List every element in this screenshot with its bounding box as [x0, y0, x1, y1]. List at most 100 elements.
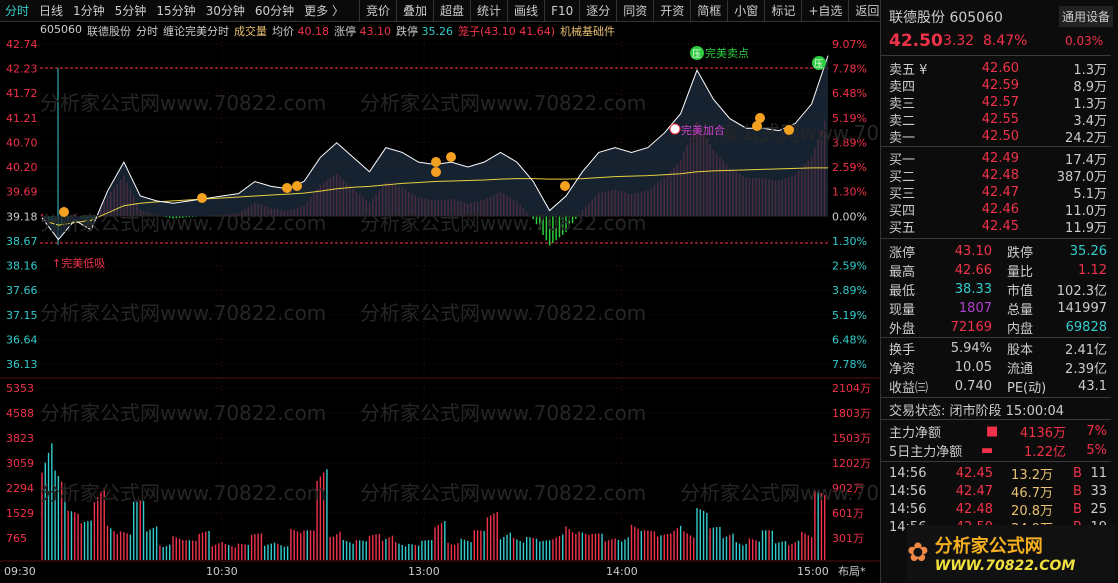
pct-tick: 2.59%: [832, 161, 867, 174]
trade-row: 14:56 42.45 13.2万 B 11: [881, 464, 1111, 483]
pct-tick: 9.07%: [832, 38, 867, 51]
ask-row-cell: 卖一: [889, 130, 916, 146]
trade-row: 14:56 42.48 20.8万 B 25: [881, 500, 1111, 519]
stat-row-cell: 1.12: [1078, 262, 1107, 278]
stat-row: 涨停 43.10 跌停 35.26: [881, 242, 1111, 261]
bid-row-cell: 买五: [889, 220, 916, 236]
bid-row: 买二 42.48 387.0万: [881, 166, 1111, 185]
pct-tick: 3.89%: [832, 284, 867, 297]
stat-row: 净资 10.05 流通 2.39亿: [881, 358, 1111, 377]
volume-right-tick: 1503万: [832, 432, 871, 445]
price-tick: 40.20: [6, 161, 38, 174]
money-bag-icon: [755, 113, 765, 123]
ask-row: 卖四 42.59 8.9万: [881, 76, 1111, 95]
pct-tick: 5.19%: [832, 309, 867, 322]
logo-title: 分析家公式网: [934, 536, 1043, 557]
ask-row-cell: 42.50: [981, 128, 1019, 144]
trade-row-cell: 46.7万: [1011, 485, 1053, 501]
panel-header: 联德股份 605060 通用设备: [881, 6, 1114, 27]
price-tick: 39.18: [6, 210, 38, 223]
watermark-text: 分析家公式网www.70822.com: [360, 401, 646, 425]
stat-row-cell: 外盘: [889, 321, 916, 337]
bid-row-cell: 42.48: [981, 167, 1019, 183]
divider: [881, 55, 1111, 56]
price-tick: 37.66: [6, 284, 38, 297]
watermark-text: 分析家公式网www.70822.com: [40, 211, 326, 235]
money-bag-icon: [431, 157, 441, 167]
trade-row-cell: 14:56: [889, 465, 927, 481]
trade-row-cell: 42.45: [955, 465, 993, 481]
ask-row: 卖二 42.55 3.4万: [881, 110, 1111, 129]
pct-tick: 7.78%: [832, 358, 867, 371]
stat-row-cell: 跌停: [1007, 245, 1034, 261]
volume-right-tick: 1202万: [832, 457, 871, 470]
volume-tick: 5353: [6, 382, 34, 395]
bid-row: 买三 42.47 5.1万: [881, 183, 1111, 202]
price-tick: 42.23: [6, 63, 38, 76]
stat-row-cell: 收益㈢: [889, 380, 929, 396]
watermark-text: 分析家公式网www.70822.com: [360, 91, 646, 115]
price-tick: 39.69: [6, 186, 38, 199]
price-tick: 40.70: [6, 136, 38, 149]
stat-row-cell: 最低: [889, 283, 916, 299]
trade-row-cell: 14:56: [889, 501, 927, 517]
trade-row-cell: 20.8万: [1011, 503, 1053, 519]
divider: [881, 397, 1111, 398]
trade-row-cell: B: [1073, 501, 1082, 517]
time-tick: 09:30: [4, 565, 36, 578]
watermark-logo: ✿ 分析家公式网 WWW.70822.COM: [907, 525, 1115, 581]
device-sector[interactable]: 通用设备: [1059, 6, 1114, 27]
pressure-glyph: 压: [814, 59, 823, 70]
divider: [881, 238, 1111, 239]
watermark-text: 分析家公式网www.70822.com: [40, 91, 326, 115]
pct-tick: 7.78%: [832, 63, 867, 76]
stat-row: 换手 5.94% 股本 2.41亿: [881, 339, 1111, 358]
stat-row-cell: 43.10: [954, 243, 992, 259]
volume-right-tick: 301万: [832, 532, 864, 545]
stat-row-cell: 换手: [889, 342, 916, 358]
price-tick: 37.15: [6, 309, 38, 322]
ask-row-cell: 42.60: [981, 60, 1019, 76]
stat-row: 外盘 72169 内盘 69828: [881, 318, 1111, 337]
fund-flow-row-cell: 4136万: [1019, 425, 1066, 441]
trade-row-cell: B: [1073, 483, 1082, 499]
stat-row-cell: 2.39亿: [1065, 361, 1107, 377]
stat-row: 现量 1807 总量 141997: [881, 299, 1111, 318]
trade-row-cell: 25: [1090, 501, 1107, 517]
pct-tick: 6.48%: [832, 333, 867, 346]
ask-row-cell: 42.57: [981, 94, 1019, 110]
price-change-pct: 8.47%: [983, 33, 1028, 49]
stat-row-cell: 43.1: [1078, 378, 1107, 394]
stat-row-cell: PE(动): [1007, 380, 1047, 396]
money-bag-icon: [197, 193, 207, 203]
fund-flow-row-cell: 主力净额: [889, 425, 942, 441]
watermark-text: 分析家公式网www.70822.com: [680, 481, 880, 505]
trade-row: 14:56 42.47 46.7万 B 33: [881, 482, 1111, 501]
trade-status: 交易状态: 闭市阶段 15:00:04: [881, 400, 1111, 419]
watermark-text: 分析家公式网www.70822.com: [360, 211, 646, 235]
fund-flow-row-cell: ▬: [981, 442, 994, 458]
bid-row-cell: 42.49: [981, 150, 1019, 166]
bid-row: 买四 42.46 11.0万: [881, 200, 1111, 219]
money-bag-icon: [282, 183, 292, 193]
stat-row-cell: 141997: [1057, 300, 1107, 316]
stat-row-cell: 流通: [1007, 361, 1034, 377]
volume-tick: 2294: [6, 482, 34, 495]
trade-row-cell: 11: [1090, 465, 1107, 481]
trade-row-cell: 33: [1090, 483, 1107, 499]
layout-button[interactable]: 布局*: [838, 565, 866, 578]
pct-tick: 0.00%: [832, 210, 867, 223]
intraday-chart[interactable]: 42.74 9.07% 42.23 7.78% 41.72 6.48% 41.21 5.19%…: [0, 0, 880, 583]
price-tick: 41.21: [6, 112, 38, 125]
money-bag-icon: [446, 152, 456, 162]
add-signal-label: 完美加合: [681, 123, 725, 137]
money-bag-icon: [59, 207, 69, 217]
stat-row-cell: 现量: [889, 302, 916, 318]
money-bag-icon: [784, 125, 794, 135]
bid-row-cell: 11.9万: [1065, 220, 1107, 236]
stat-row: 收益㈢ 0.740 PE(动) 43.1: [881, 377, 1111, 396]
fund-flow-row: 主力净额 ■ 4136万 7%: [881, 422, 1111, 441]
bid-row-cell: 42.46: [981, 201, 1019, 217]
time-tick: 10:30: [206, 565, 238, 578]
panel-price-row: 42.50 3.32 8.47% 0.03%: [881, 31, 1111, 51]
